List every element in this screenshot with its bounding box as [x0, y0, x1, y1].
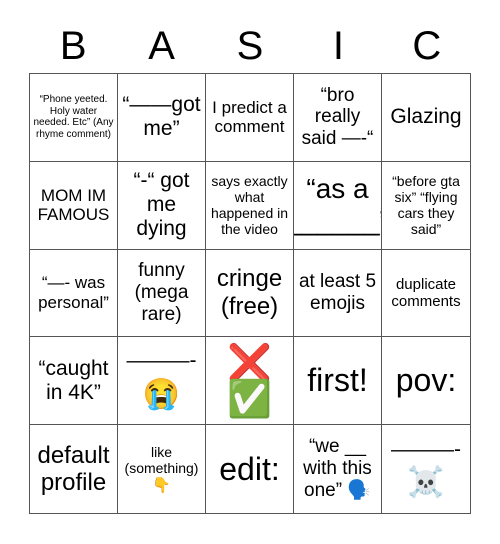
- bingo-cell[interactable]: “bro really said —-“: [294, 74, 382, 162]
- cell-text: cringe (free): [216, 265, 283, 320]
- bingo-cell[interactable]: Glazing: [382, 74, 470, 162]
- header-letter-a: A: [148, 24, 175, 68]
- bingo-cell[interactable]: edit:: [206, 425, 294, 513]
- cell-text: “before gta six” “flying cars they said”: [392, 173, 460, 238]
- cell-text: duplicate comments: [391, 275, 461, 310]
- cell-text: “——got me”: [122, 93, 201, 141]
- bingo-cell[interactable]: says exactly what happened in the video: [206, 161, 294, 250]
- cell-text: “as a ______”: [294, 173, 381, 237]
- cell-text: “—- was personal”: [38, 273, 109, 312]
- bingo-cell[interactable]: duplicate comments: [382, 250, 470, 338]
- bingo-cell[interactable]: ———- 😭: [118, 337, 206, 426]
- pointing-down-icon: 👇: [152, 476, 171, 494]
- cell-text: “-“ got me dying: [133, 168, 190, 241]
- cell-text: ———-: [126, 349, 197, 373]
- cell-text: like (something): [124, 444, 199, 477]
- cell-text: “we __ with this one” 🗣️: [296, 436, 379, 502]
- bingo-cell[interactable]: “Phone yeeted. Holy water needed. Etc” (…: [30, 74, 118, 162]
- bingo-cell[interactable]: cringe (free): [206, 249, 294, 338]
- bingo-grid: “Phone yeeted. Holy water needed. Etc” (…: [29, 73, 471, 514]
- cell-text: at least 5 emojis: [298, 271, 377, 314]
- cell-text: “bro really said —-“: [301, 84, 374, 150]
- bingo-cell[interactable]: ❌ ✅: [206, 337, 294, 426]
- cell-text: ———-: [391, 437, 461, 461]
- bingo-cell[interactable]: pov:: [382, 337, 470, 426]
- cell-text: says exactly what happened in the video: [210, 173, 289, 238]
- bingo-cell[interactable]: “as a ______”: [294, 161, 382, 250]
- check-mark-icon: ✅: [227, 377, 272, 419]
- cell-text: Glazing: [390, 105, 462, 129]
- cross-mark-icon: ❌: [227, 341, 272, 383]
- bingo-cell[interactable]: “caught in 4K”: [30, 337, 118, 426]
- bingo-header: B A S I C: [29, 20, 471, 73]
- bingo-cell[interactable]: MOM IM FAMOUS: [30, 161, 118, 250]
- cell-text: MOM IM FAMOUS: [37, 185, 110, 225]
- cell-text: default profile: [37, 441, 110, 497]
- bingo-cell[interactable]: default profile: [30, 425, 118, 513]
- cell-text: “Phone yeeted. Holy water needed. Etc” (…: [33, 94, 114, 140]
- cell-text: edit:: [219, 450, 280, 487]
- header-letter-c: C: [412, 24, 442, 68]
- cell-text: funny (mega rare): [134, 260, 189, 325]
- bingo-cell[interactable]: “—- was personal”: [30, 249, 118, 338]
- skull-crossbones-icon: ☠️: [407, 465, 445, 499]
- bingo-cell[interactable]: “——got me”: [118, 74, 206, 162]
- cell-text: first!: [307, 362, 368, 399]
- bingo-cell[interactable]: “-“ got me dying: [118, 161, 206, 250]
- speaking-head-icon: 🗣️: [347, 480, 371, 502]
- cell-text: I predict a comment: [212, 97, 287, 137]
- bingo-cell[interactable]: first!: [294, 337, 382, 426]
- cell-text: “caught in 4K”: [38, 356, 109, 404]
- bingo-cell[interactable]: I predict a comment: [206, 74, 294, 162]
- header-letter-s: S: [236, 24, 264, 68]
- bingo-cell[interactable]: at least 5 emojis: [294, 249, 382, 338]
- bingo-cell[interactable]: funny (mega rare): [118, 249, 206, 338]
- bingo-cell[interactable]: like (something) 👇: [118, 425, 206, 513]
- cell-text: pov:: [395, 362, 457, 399]
- bingo-cell[interactable]: ———- ☠️: [382, 425, 470, 513]
- header-letter-b: B: [59, 24, 87, 68]
- bingo-cell[interactable]: “before gta six” “flying cars they said”: [382, 162, 470, 250]
- header-letter-i: I: [332, 24, 344, 68]
- bingo-cell[interactable]: “we __ with this one” 🗣️: [294, 425, 382, 513]
- loudly-crying-face-icon: 😭: [142, 377, 181, 411]
